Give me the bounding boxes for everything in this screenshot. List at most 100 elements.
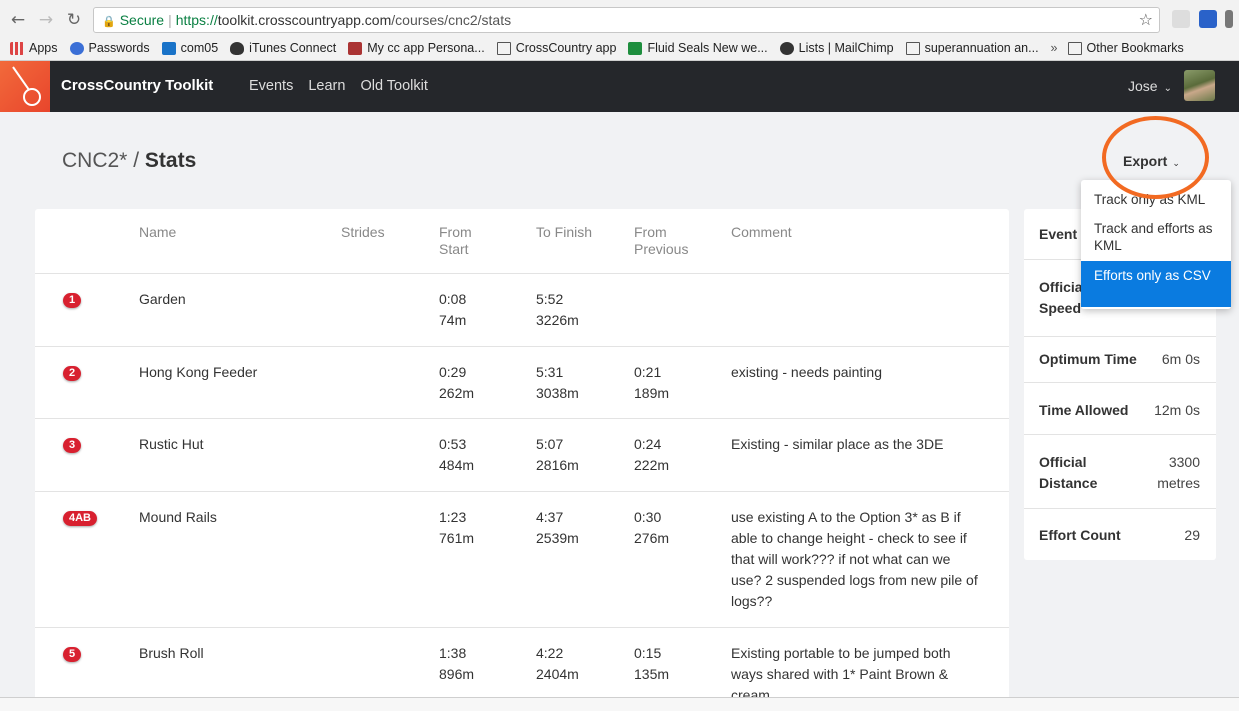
from-start-distance: 262m xyxy=(439,385,475,401)
stat-optimum-time: Optimum Time 6m 0s xyxy=(1024,336,1216,382)
bookmark-fluid-seals[interactable]: Fluid Seals New we... xyxy=(628,41,768,55)
to-finish-distance: 3038m xyxy=(536,385,579,401)
comment: Existing - similar place as the 3DE xyxy=(731,436,944,452)
breadcrumb-separator: / xyxy=(133,149,140,172)
to-finish-time: 4:22 xyxy=(536,645,564,661)
stat-label: Effort Count xyxy=(1039,527,1121,543)
export-dropdown-button[interactable]: Export ⌄ xyxy=(1123,153,1180,169)
to-finish-time: 4:37 xyxy=(536,509,564,525)
to-finish-distance: 2816m xyxy=(536,457,579,473)
nav-old-toolkit[interactable]: Old Toolkit xyxy=(360,78,427,94)
table-row[interactable]: 4AB Mound Rails 1:23 761m 4:37 2539m 0:30 2… xyxy=(35,491,1009,627)
from-start-time: 1:38 xyxy=(439,645,467,661)
breadcrumb-course[interactable]: CNC2* xyxy=(62,149,127,172)
obstacle-name[interactable]: Mound Rails xyxy=(139,507,217,528)
folder-icon xyxy=(1067,41,1082,55)
bookmark-itunes-connect[interactable]: iTunes Connect xyxy=(230,41,336,55)
stat-value: 29 xyxy=(1184,527,1200,543)
stat-unit: metres xyxy=(1157,475,1200,491)
menu-icon[interactable] xyxy=(1225,10,1233,28)
nav-learn[interactable]: Learn xyxy=(308,78,345,94)
header-from-start: From Start xyxy=(439,224,472,257)
extension-bookmark-icon[interactable] xyxy=(1199,10,1217,28)
extension-icon[interactable] xyxy=(1172,10,1190,28)
from-start-time: 0:53 xyxy=(439,436,467,452)
obstacle-badge: 4AB xyxy=(63,511,98,526)
from-previous-distance: 276m xyxy=(634,530,670,546)
obstacle-name[interactable]: Rustic Hut xyxy=(139,434,204,455)
chevron-down-icon: ⌄ xyxy=(1172,159,1180,169)
table-row[interactable]: 2 Hong Kong Feeder 0:29 262m 5:31 3038m 0:… xyxy=(35,346,1009,418)
folder-icon xyxy=(905,41,920,55)
passwords-icon xyxy=(69,41,84,55)
from-previous-time: 0:21 xyxy=(634,364,662,380)
back-icon[interactable]: ← xyxy=(8,9,28,31)
to-finish-time: 5:07 xyxy=(536,436,564,452)
from-previous-time: 0:24 xyxy=(634,436,662,452)
to-finish-time: 5:52 xyxy=(536,291,564,307)
page-title: Stats xyxy=(144,149,197,172)
brand-name[interactable]: CrossCountry Toolkit xyxy=(61,77,213,94)
stat-label: Event xyxy=(1039,226,1078,242)
forward-icon[interactable]: → xyxy=(36,9,56,31)
bookmark-mailchimp[interactable]: Lists | MailChimp xyxy=(779,41,894,55)
bookmark-superannuation[interactable]: superannuation an... xyxy=(905,41,1039,55)
nav-events[interactable]: Events xyxy=(249,78,293,94)
reload-icon[interactable]: ↻ xyxy=(64,9,84,31)
bookmark-star-icon[interactable]: ☆ xyxy=(1139,8,1153,32)
address-bar[interactable]: 🔒 Secure | https://toolkit.crosscountryapp.… xyxy=(93,7,1160,33)
header-to-finish: To Finish xyxy=(536,224,593,240)
header-strides: Strides xyxy=(341,224,385,240)
secure-label: Secure xyxy=(119,12,165,28)
stat-label: Official Distance xyxy=(1039,454,1098,491)
bookmark-my-cc-app[interactable]: My cc app Persona... xyxy=(348,41,485,55)
lock-icon: 🔒 xyxy=(102,16,116,28)
user-name: Jose xyxy=(1128,78,1158,94)
from-start-distance: 761m xyxy=(439,530,475,546)
obstacle-badge: 1 xyxy=(63,293,82,308)
from-previous-distance: 189m xyxy=(634,385,670,401)
apple-icon xyxy=(230,41,245,55)
obstacle-badge: 2 xyxy=(63,366,82,381)
stat-official-distance: Official Distance 3300 metres xyxy=(1024,434,1216,508)
more-bookmarks-button[interactable]: » xyxy=(1051,41,1058,55)
chevron-down-icon: ⌄ xyxy=(1163,83,1172,94)
breadcrumb: CNC2* / Stats xyxy=(62,149,196,173)
bookmark-other[interactable]: Other Bookmarks xyxy=(1067,41,1184,55)
avatar[interactable] xyxy=(1184,70,1215,101)
app-navbar: CrossCountry Toolkit Events Learn Old To… xyxy=(0,61,1239,112)
menu-item-track-efforts-kml[interactable]: Track and efforts as KML xyxy=(1081,220,1231,254)
crosscountry-logo-icon[interactable] xyxy=(0,61,50,112)
obstacle-name[interactable]: Hong Kong Feeder xyxy=(139,362,257,383)
to-finish-time: 5:31 xyxy=(536,364,564,380)
menu-item-track-kml[interactable]: Track only as KML xyxy=(1081,191,1231,208)
bookmarks-bar: Apps Passwords com05 iTunes Connect My c… xyxy=(10,38,1196,58)
stat-value: 6m 0s xyxy=(1161,351,1200,367)
stat-time-allowed: Time Allowed 12m 0s xyxy=(1024,382,1216,434)
user-menu[interactable]: Jose ⌄ xyxy=(1128,78,1172,94)
obstacles-table: Name Strides From Start To Finish From P… xyxy=(35,209,1009,709)
from-start-time: 1:23 xyxy=(439,509,467,525)
bookmark-apps[interactable]: Apps xyxy=(10,41,58,55)
table-row[interactable]: 3 Rustic Hut 0:53 484m 5:07 2816m 0:24 222m… xyxy=(35,418,1009,491)
to-finish-distance: 2539m xyxy=(536,530,579,546)
table-row[interactable]: 1 Garden 0:08 74m 5:52 3226m xyxy=(35,273,1009,346)
bookmark-com05[interactable]: com05 xyxy=(161,41,218,55)
stat-label: Optimum Time xyxy=(1039,351,1137,367)
export-menu: Track only as KML Track and efforts as K… xyxy=(1081,180,1231,309)
stat-label: Time Allowed xyxy=(1039,402,1129,418)
stat-effort-count: Effort Count 29 xyxy=(1024,508,1216,560)
bookmark-passwords[interactable]: Passwords xyxy=(69,41,150,55)
to-finish-distance: 2404m xyxy=(536,666,579,682)
folder-icon xyxy=(496,41,511,55)
bookmark-crosscountry-app[interactable]: CrossCountry app xyxy=(496,41,616,55)
mailchimp-icon xyxy=(779,41,794,55)
stat-value: 3300 xyxy=(1168,454,1200,470)
status-bar xyxy=(0,697,1239,711)
browser-chrome: ← → ↻ 🔒 Secure | https://toolkit.crosscount… xyxy=(0,0,1239,61)
obstacle-name[interactable]: Brush Roll xyxy=(139,643,204,664)
from-start-time: 0:08 xyxy=(439,291,467,307)
menu-item-efforts-csv[interactable]: Efforts only as CSV xyxy=(1081,261,1231,307)
apps-grid-icon xyxy=(10,41,24,55)
obstacle-name[interactable]: Garden xyxy=(139,289,186,310)
